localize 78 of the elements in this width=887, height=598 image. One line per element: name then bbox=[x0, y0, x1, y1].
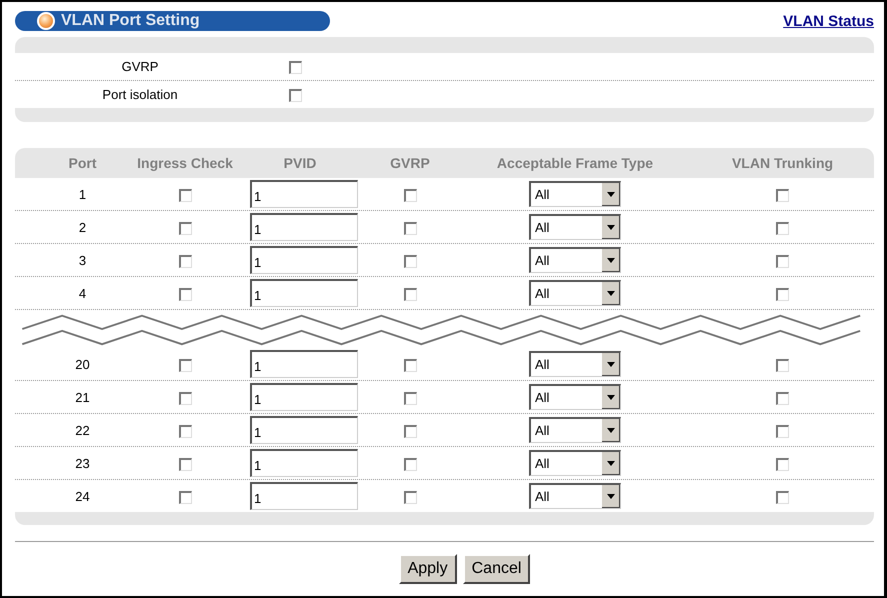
action-button[interactable]: Cancel bbox=[462, 554, 530, 584]
checkbox[interactable] bbox=[776, 424, 789, 438]
checkbox[interactable] bbox=[776, 254, 789, 268]
port-number: 1 bbox=[78, 186, 88, 202]
pvid-field[interactable]: 1 bbox=[250, 279, 358, 307]
dropdown-arrow-icon bbox=[607, 395, 615, 400]
frame-type-dropdown[interactable]: All bbox=[529, 280, 621, 306]
action-button[interactable]: Apply bbox=[398, 554, 457, 584]
checkbox[interactable] bbox=[178, 288, 192, 301]
port-number: 4 bbox=[78, 286, 88, 300]
pvid-field[interactable]: 1 bbox=[250, 383, 358, 411]
column-header: Port bbox=[68, 155, 96, 171]
checkbox[interactable] bbox=[404, 254, 416, 268]
checkbox[interactable] bbox=[776, 222, 789, 235]
dropdown-arrow-icon bbox=[607, 291, 615, 296]
dropdown-arrow-icon bbox=[607, 428, 615, 433]
checkbox[interactable] bbox=[404, 424, 416, 438]
column-header: VLAN Trunking bbox=[732, 155, 834, 171]
pvid-field[interactable]: 1 bbox=[250, 180, 358, 208]
port-number: 24 bbox=[74, 488, 91, 504]
checkbox[interactable] bbox=[776, 188, 789, 202]
pvid-field[interactable]: 1 bbox=[250, 213, 358, 241]
checkbox[interactable] bbox=[404, 358, 416, 372]
port-number: 20 bbox=[74, 356, 91, 372]
checkbox[interactable] bbox=[776, 288, 789, 301]
dropdown-arrow-icon bbox=[607, 362, 615, 367]
frame-type-dropdown[interactable]: All bbox=[529, 351, 621, 377]
checkbox[interactable] bbox=[404, 490, 416, 504]
checkbox[interactable] bbox=[404, 288, 416, 301]
checkbox[interactable] bbox=[404, 222, 416, 235]
dropdown-arrow-icon bbox=[607, 258, 615, 263]
frame-type-dropdown[interactable]: All bbox=[529, 384, 621, 410]
dropdown-arrow-icon bbox=[607, 494, 615, 499]
checkbox[interactable] bbox=[178, 254, 192, 268]
dropdown-arrow-icon bbox=[607, 461, 615, 466]
checkbox[interactable] bbox=[178, 392, 192, 405]
frame-type-dropdown[interactable]: All bbox=[529, 247, 621, 273]
dropdown-arrow-icon bbox=[607, 192, 615, 197]
checkbox[interactable] bbox=[178, 358, 192, 372]
port-number: 3 bbox=[78, 252, 88, 268]
checkbox[interactable] bbox=[776, 392, 789, 405]
checkbox[interactable] bbox=[404, 188, 416, 202]
checkbox[interactable] bbox=[404, 392, 416, 405]
checkbox[interactable] bbox=[178, 458, 192, 471]
setting-label: Port isolation bbox=[101, 87, 179, 102]
pvid-field[interactable]: 1 bbox=[250, 482, 358, 510]
pvid-field[interactable]: 1 bbox=[250, 416, 358, 444]
port-number: 23 bbox=[74, 456, 91, 470]
column-header: GVRP bbox=[390, 155, 430, 171]
checkbox[interactable] bbox=[289, 89, 302, 102]
checkbox[interactable] bbox=[776, 458, 789, 471]
pvid-field[interactable]: 1 bbox=[250, 449, 358, 477]
port-number: 22 bbox=[74, 422, 91, 438]
frame-type-dropdown[interactable]: All bbox=[529, 214, 621, 240]
dropdown-arrow-icon bbox=[607, 225, 615, 230]
frame-type-dropdown[interactable]: All bbox=[529, 483, 621, 509]
frame-type-dropdown[interactable]: All bbox=[529, 417, 621, 443]
frame-type-dropdown[interactable]: All bbox=[529, 181, 621, 207]
checkbox[interactable] bbox=[178, 222, 192, 235]
pvid-field[interactable]: 1 bbox=[250, 246, 358, 274]
checkbox[interactable] bbox=[178, 490, 192, 504]
checkbox[interactable] bbox=[776, 358, 789, 372]
column-header: Ingress Check bbox=[137, 155, 233, 171]
ball-icon bbox=[37, 12, 55, 30]
checkbox[interactable] bbox=[178, 424, 192, 438]
checkbox[interactable] bbox=[776, 490, 789, 504]
frame-type-dropdown[interactable]: All bbox=[529, 450, 621, 476]
column-header: PVID bbox=[284, 155, 316, 171]
vlan-status-link[interactable]: VLAN Status bbox=[783, 12, 874, 30]
port-number: 2 bbox=[78, 220, 88, 234]
port-number: 21 bbox=[74, 390, 91, 404]
checkbox[interactable] bbox=[178, 188, 192, 202]
checkbox[interactable] bbox=[404, 458, 416, 471]
checkbox[interactable] bbox=[289, 61, 302, 74]
page-title: VLAN Port Setting bbox=[61, 12, 200, 30]
setting-label: GVRP bbox=[120, 59, 160, 74]
pvid-field[interactable]: 1 bbox=[250, 350, 358, 378]
column-header: Acceptable Frame Type bbox=[496, 155, 654, 171]
